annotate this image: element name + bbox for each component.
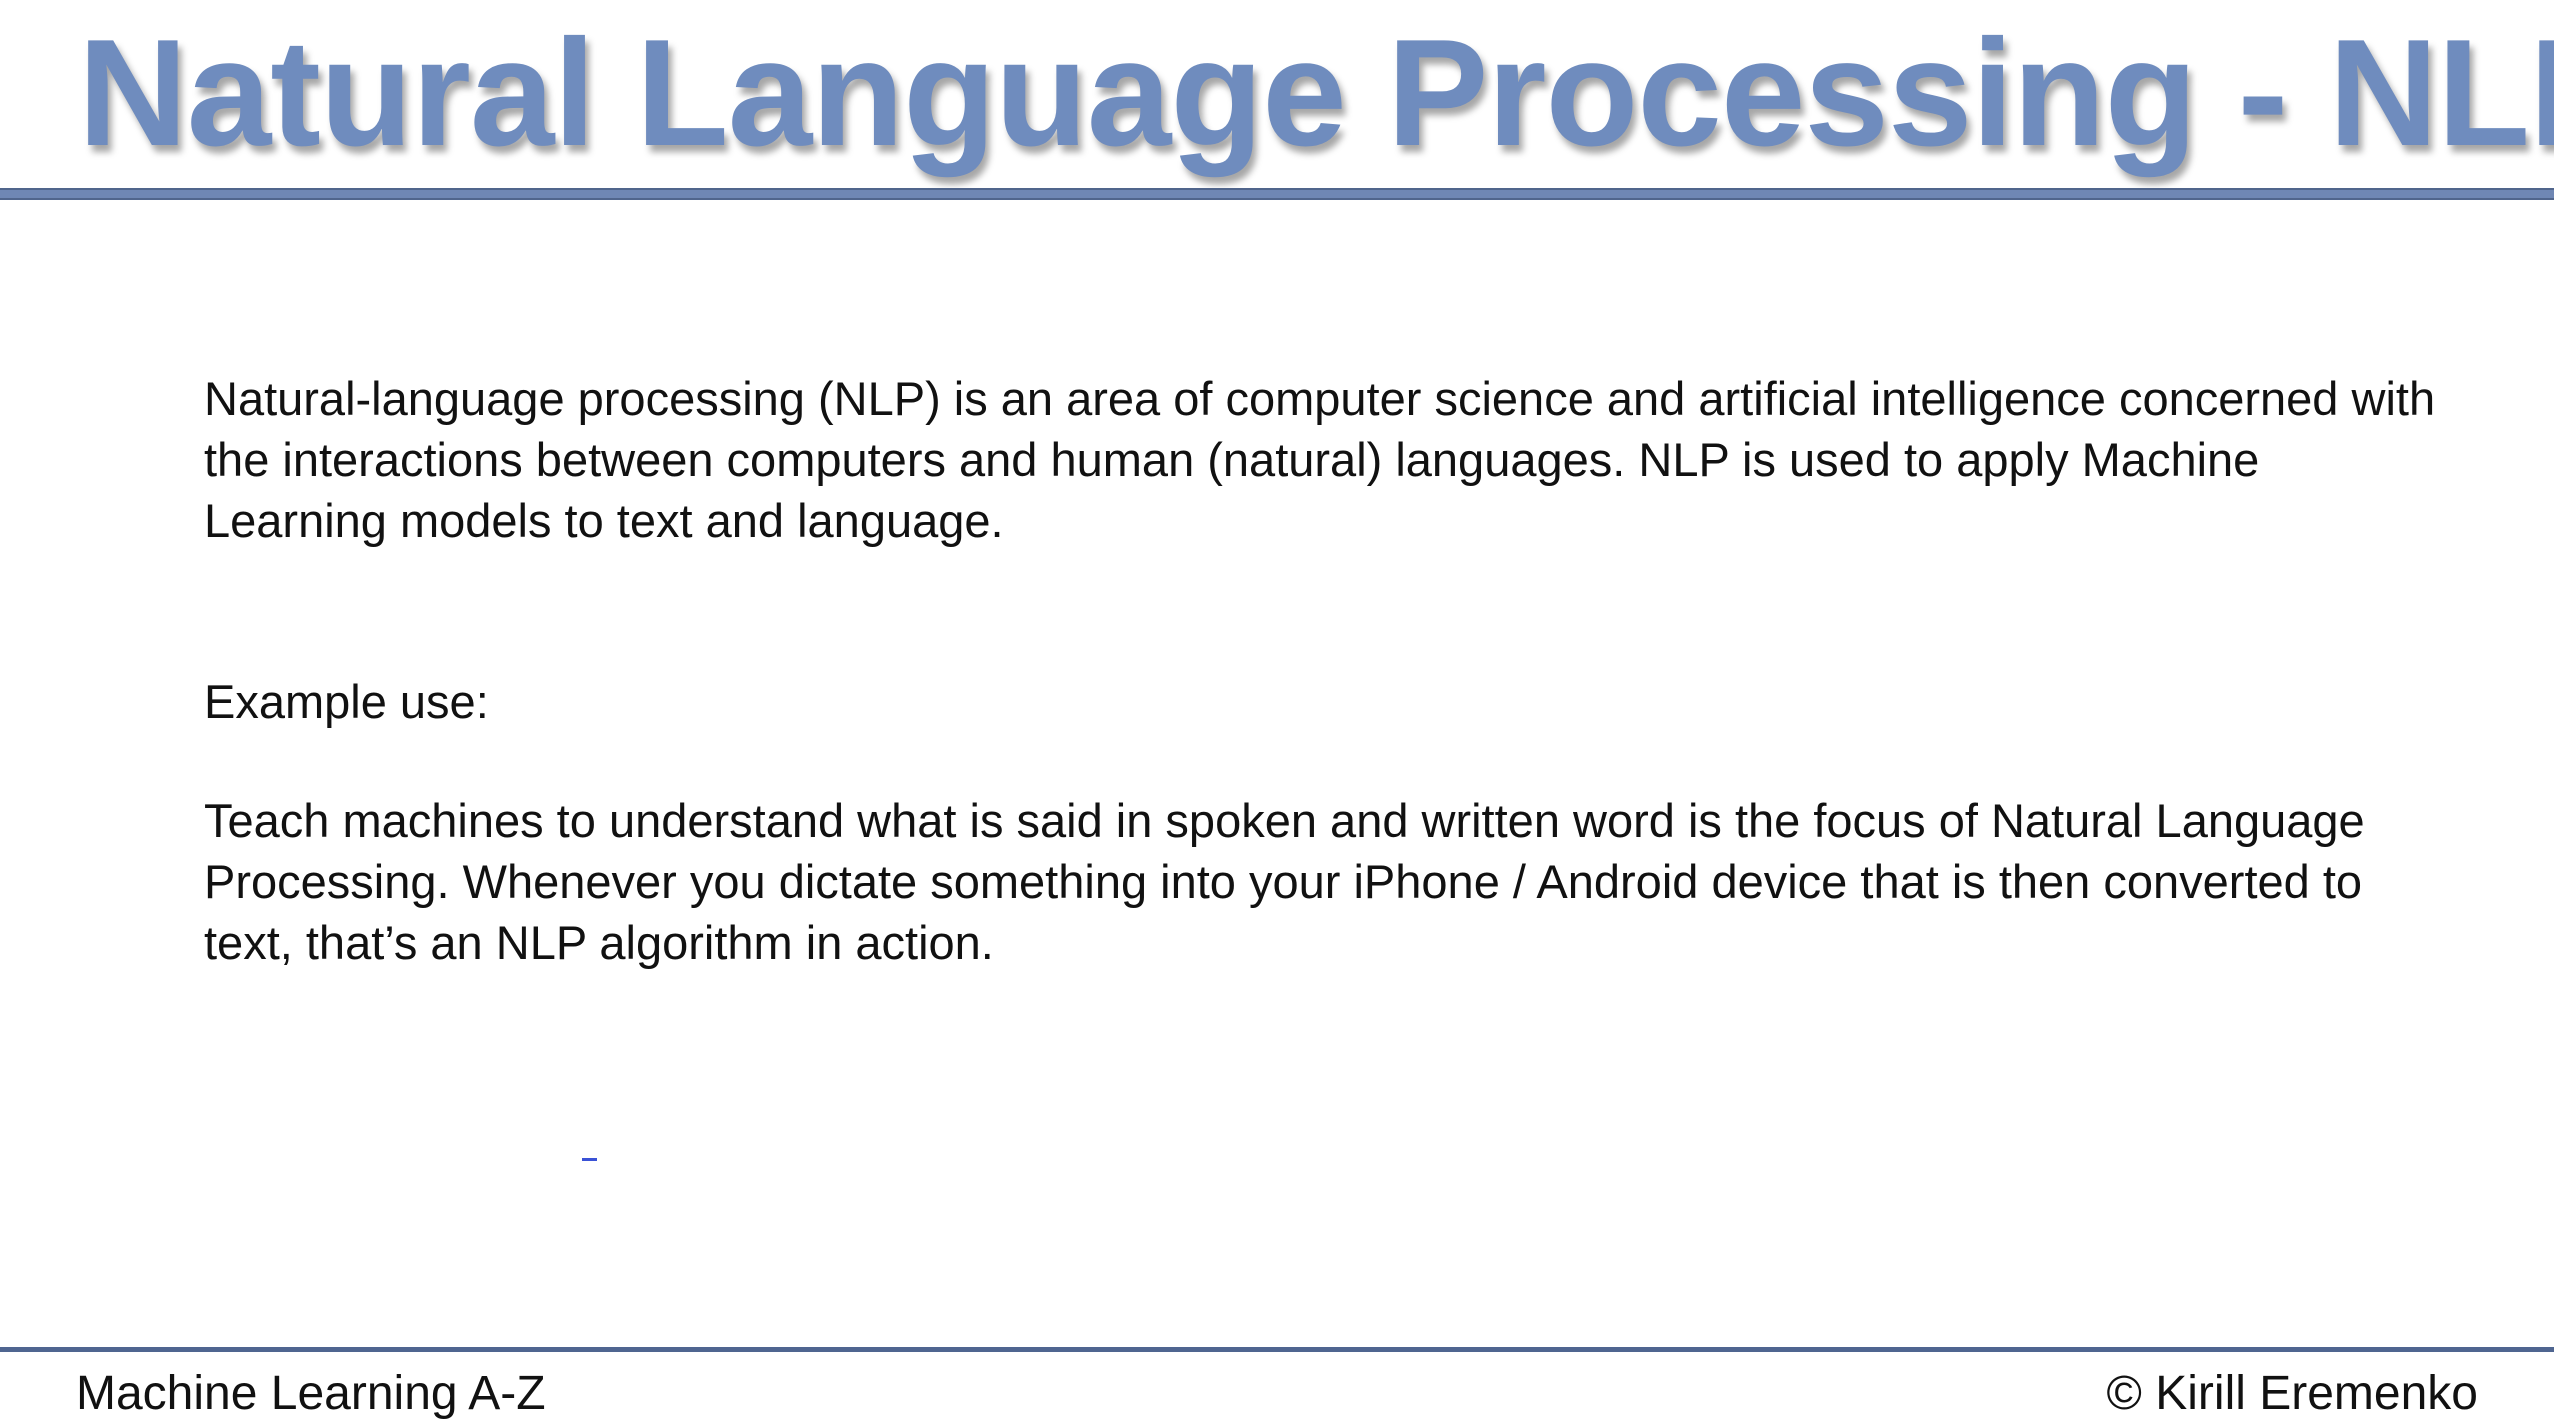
slide-title: Natural Language Processing - NLP: [78, 8, 2554, 178]
slide: Natural Language Processing - NLP Natura…: [0, 0, 2554, 1428]
example-paragraph: Teach machines to understand what is sai…: [204, 794, 2365, 969]
footer-course-name: Machine Learning A-Z: [76, 1367, 546, 1420]
footer-copyright: © Kirill Eremenko: [2106, 1367, 2478, 1420]
example-label: Example use:: [204, 675, 489, 728]
footer-divider: [0, 1347, 2554, 1352]
stray-underline-mark: [582, 1158, 597, 1161]
definition-paragraph: Natural-language processing (NLP) is an …: [204, 372, 2436, 547]
header-divider: [0, 188, 2554, 200]
